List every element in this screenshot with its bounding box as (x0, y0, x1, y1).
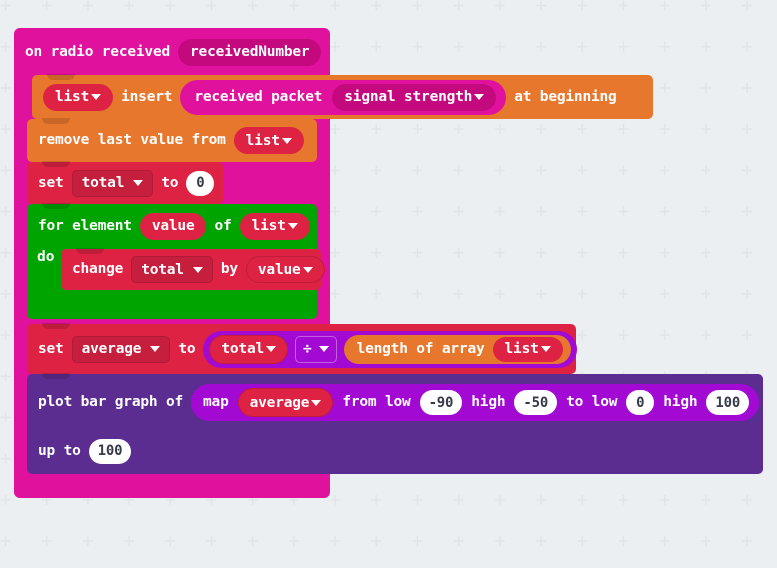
packet-property-dropdown[interactable]: signal strength (332, 83, 497, 111)
map-value-dropdown[interactable]: average (237, 388, 334, 417)
chevron-down-icon (318, 346, 329, 352)
set-average-variable-label: average (81, 341, 142, 357)
by-label: by (220, 261, 238, 278)
chevron-down-icon (287, 223, 298, 229)
plot-bar-graph-label: plot bar graph of (38, 394, 184, 411)
division-operator-label: ÷ (303, 341, 312, 357)
block-set-total[interactable]: set total to 0 (27, 161, 223, 204)
set-average-variable-dropdown[interactable]: average (71, 335, 171, 363)
do-label: do (37, 249, 55, 265)
chevron-down-icon (311, 399, 322, 406)
map-value-label: average (249, 394, 310, 411)
remove-last-value-label: remove last value from (38, 132, 226, 149)
change-value-dropdown[interactable]: value (245, 256, 325, 283)
chevron-down-icon (540, 346, 551, 352)
change-variable-dropdown[interactable]: total (131, 256, 213, 283)
plot-up-to-input[interactable]: 100 (88, 438, 132, 464)
chevron-down-icon (302, 266, 313, 273)
map-from-high-label: high (471, 394, 506, 411)
map-to-high-input[interactable]: 100 (706, 390, 750, 415)
chevron-down-icon (281, 137, 292, 144)
block-plot-bar-graph[interactable]: plot bar graph of map average from low -… (27, 373, 763, 474)
received-number-parameter[interactable]: receivedNumber (178, 38, 322, 66)
block-remove-last-value[interactable]: remove last value from list (27, 118, 317, 162)
division-left-operand-label: total (221, 341, 265, 357)
set-average-label: set (38, 340, 64, 357)
block-change-total-by-value[interactable]: change total by value (61, 248, 325, 290)
set-total-variable-dropdown[interactable]: total (71, 169, 154, 197)
set-total-value-input[interactable]: 0 (186, 170, 215, 196)
chevron-down-icon (133, 180, 144, 186)
chevron-down-icon (474, 94, 485, 100)
insert-list-dropdown[interactable]: list (43, 83, 114, 111)
of-label: of (214, 217, 232, 234)
block-set-average[interactable]: set average to total ÷ length of array l… (27, 323, 577, 374)
change-label: change (72, 261, 124, 278)
set-total-variable-label: total (81, 175, 125, 191)
map-to-high-label: high (663, 394, 698, 411)
map-from-high-input[interactable]: -50 (514, 390, 558, 415)
block-list-insert-at-beginning[interactable]: list insert received packet signal stren… (32, 74, 653, 119)
length-of-array-list-label: list (504, 341, 539, 357)
length-of-array-list-dropdown[interactable]: list (492, 336, 563, 362)
map-reporter[interactable]: map average from low -90 high -50 to low… (191, 384, 760, 421)
remove-list-dropdown[interactable]: list (233, 127, 304, 154)
packet-property-label: signal strength (344, 89, 473, 105)
set-label: set (38, 174, 64, 191)
map-from-low-label: from low (342, 394, 411, 411)
length-of-array-label: length of array (356, 341, 485, 357)
to-label: to (161, 174, 179, 191)
for-element-variable[interactable]: value (139, 212, 207, 240)
received-packet-reporter[interactable]: received packet signal strength (180, 79, 507, 115)
chevron-down-icon (91, 94, 102, 100)
change-value-label: value (257, 261, 301, 278)
change-variable-label: total (141, 261, 184, 278)
chevron-down-icon (266, 346, 277, 352)
length-of-array-reporter[interactable]: length of array list (343, 334, 571, 364)
map-to-low-input[interactable]: 0 (626, 390, 655, 415)
remove-list-dropdown-label: list (245, 132, 280, 149)
plot-up-to-label: up to (38, 442, 81, 459)
on-radio-received-label: on radio received (25, 43, 171, 60)
chevron-down-icon (192, 266, 203, 273)
for-element-label: for element (38, 217, 132, 234)
set-average-to-label: to (178, 340, 196, 357)
for-element-list-dropdown[interactable]: list (239, 212, 310, 240)
math-division-reporter[interactable]: total ÷ length of array list (203, 330, 577, 368)
for-element-list-label: list (251, 218, 286, 234)
received-packet-label: received packet (194, 88, 323, 105)
insert-list-dropdown-label: list (55, 89, 90, 105)
map-to-low-label: to low (566, 394, 618, 411)
division-operator-dropdown[interactable]: ÷ (295, 336, 337, 363)
division-left-operand[interactable]: total (209, 334, 289, 364)
at-beginning-label: at beginning (514, 88, 617, 105)
map-label: map (203, 394, 229, 411)
map-from-low-input[interactable]: -90 (419, 390, 463, 415)
chevron-down-icon (150, 346, 161, 352)
insert-label: insert (121, 88, 173, 105)
